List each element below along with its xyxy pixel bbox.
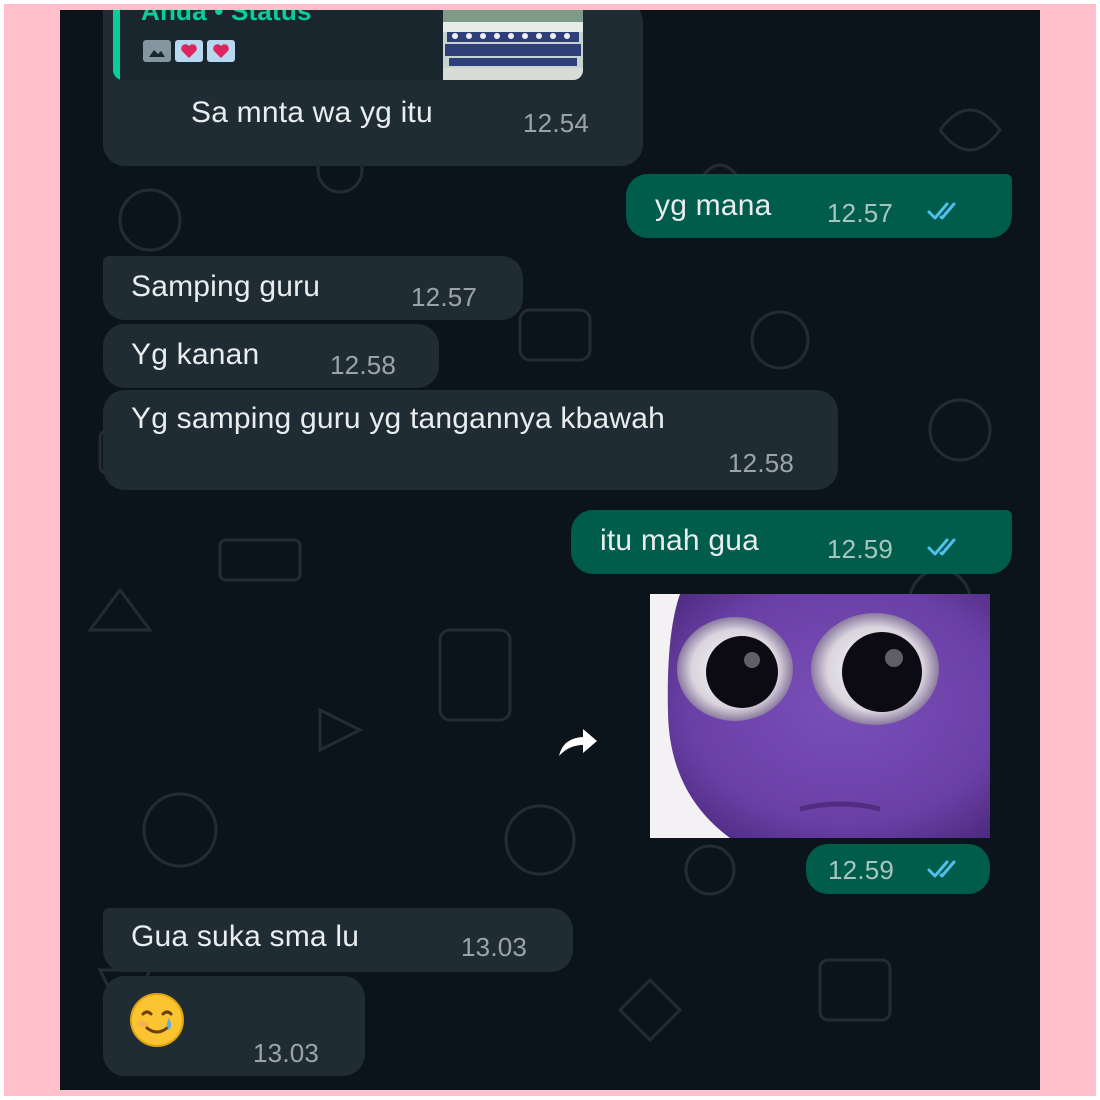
- message-time: 12.57: [827, 198, 894, 228]
- read-receipt-icon: [927, 860, 956, 878]
- read-receipt-icon: [927, 202, 956, 220]
- message-bubble-incoming[interactable]: Yg samping guru yg tangannya kbawah 12.5…: [103, 390, 838, 490]
- message-bubble-incoming[interactable]: Yg kanan 12.58: [103, 324, 439, 388]
- message-bubble-outgoing[interactable]: itu mah gua 12.59: [571, 510, 1012, 574]
- message-time: 12.59: [828, 855, 895, 885]
- sticker-image[interactable]: [650, 594, 990, 838]
- message-time: 13.03: [253, 1038, 320, 1068]
- sticker-timestamp: 12.59: [806, 844, 990, 894]
- message-time: 12.57: [411, 282, 478, 312]
- message-text: itu mah gua: [600, 524, 759, 557]
- image-icon: [143, 40, 171, 62]
- message-time: 13.03: [461, 932, 528, 962]
- message-bubble-incoming[interactable]: Samping guru 12.57: [103, 256, 523, 320]
- quoted-status-source: Anda • Status: [141, 10, 312, 27]
- message-text: yg mana: [655, 189, 772, 222]
- quoted-label: Status: [231, 10, 312, 26]
- forward-arrow-icon[interactable]: [553, 722, 603, 762]
- chat-window[interactable]: Anda • Status Sa mnta wa yg itu 12.54 yg…: [60, 10, 1040, 1090]
- message-text: Yg kanan: [131, 338, 260, 371]
- smiling-face-with-tear-icon: [130, 993, 184, 1047]
- message-time: 12.58: [728, 448, 795, 478]
- message-text: Gua suka sma lu: [131, 920, 360, 953]
- quoted-separator: •: [214, 10, 224, 26]
- quoted-author: Anda: [141, 10, 207, 26]
- message-text: Yg samping guru yg tangannya kbawah: [131, 402, 666, 435]
- message-bubble-incoming[interactable]: Anda • Status Sa mnta wa yg itu 12.54: [103, 10, 643, 166]
- read-receipt-icon: [927, 538, 956, 556]
- message-bubble-incoming[interactable]: 13.03: [103, 976, 365, 1076]
- quoted-status[interactable]: Anda • Status: [113, 10, 583, 80]
- message-text: Samping guru: [131, 270, 321, 303]
- heart-icon: [175, 40, 203, 62]
- quoted-status-icons: [143, 40, 235, 62]
- heart-icon: [207, 40, 235, 62]
- message-bubble-incoming[interactable]: Gua suka sma lu 13.03: [103, 908, 573, 972]
- quote-accent-bar: [113, 10, 120, 80]
- message-bubble-outgoing[interactable]: yg mana 12.57: [626, 174, 1012, 238]
- message-text: Sa mnta wa yg itu: [191, 96, 433, 129]
- status-thumbnail[interactable]: [443, 10, 583, 80]
- message-time: 12.58: [330, 350, 397, 380]
- message-time: 12.54: [523, 108, 590, 138]
- message-time: 12.59: [827, 534, 894, 564]
